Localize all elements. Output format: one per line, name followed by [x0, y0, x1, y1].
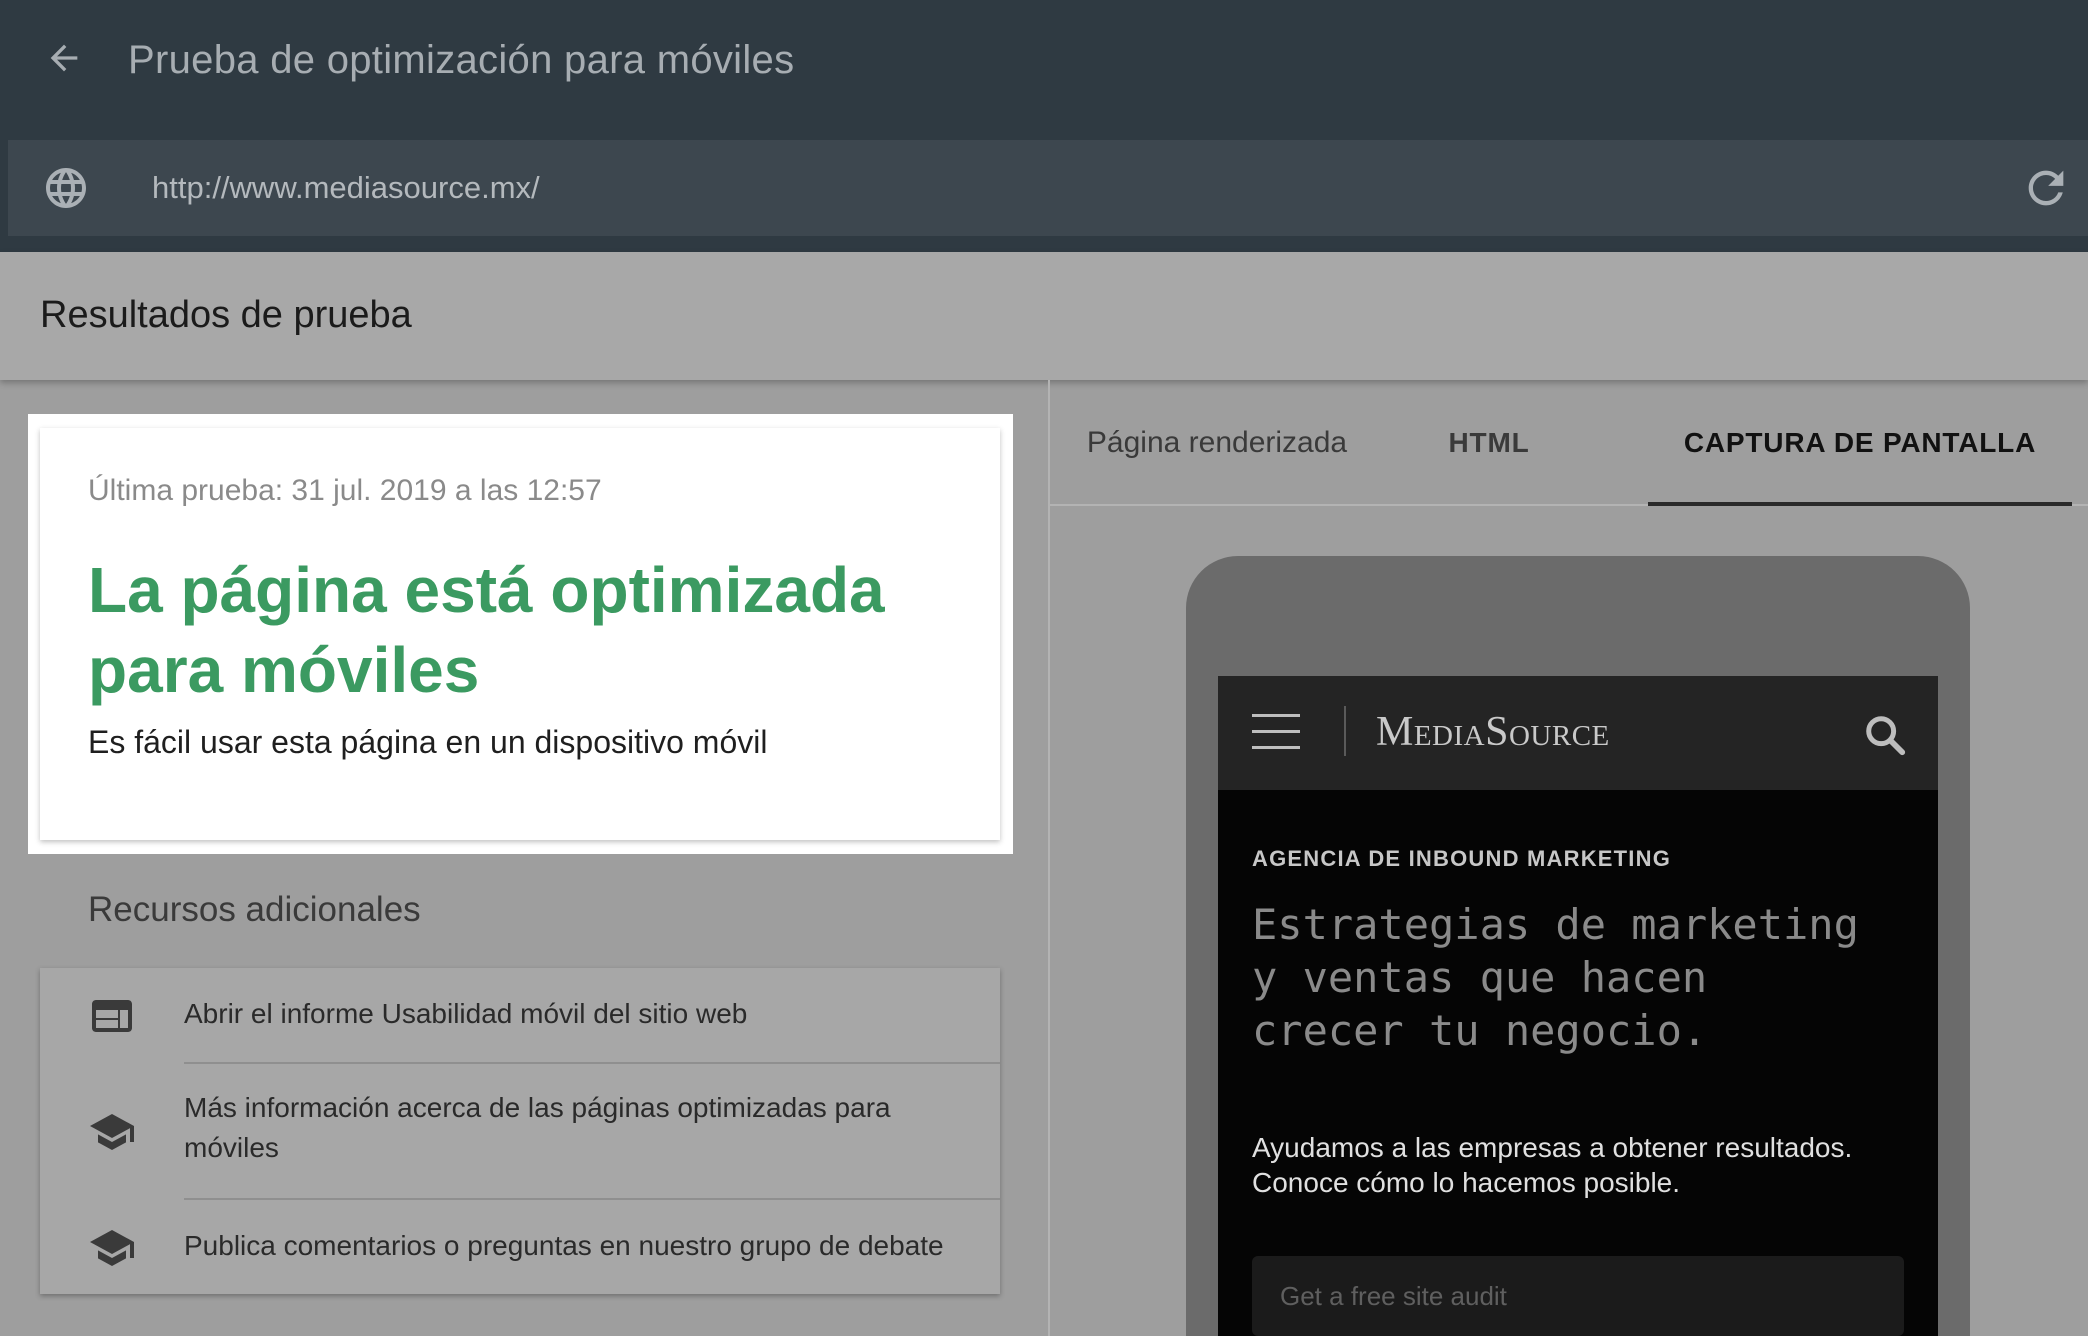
- nav-divider: [1344, 706, 1346, 756]
- site-audit-input[interactable]: Get a free site audit: [1252, 1256, 1904, 1336]
- resource-item-usability-report[interactable]: Abrir el informe Usabilidad móvil del si…: [40, 968, 1000, 1064]
- phone-screenshot: MediaSource AGENCIA DE INBOUND MARKETING…: [1218, 676, 1938, 1336]
- tab-screenshot[interactable]: CAPTURA DE PANTALLA: [1648, 380, 2072, 506]
- results-header: Resultados de prueba: [0, 252, 2088, 380]
- site-navbar: MediaSource: [1218, 676, 1938, 790]
- app-title: Prueba de optimización para móviles: [128, 38, 795, 82]
- resource-item-label: Abrir el informe Usabilidad móvil del si…: [184, 998, 748, 1029]
- reload-icon[interactable]: [2020, 162, 2072, 214]
- results-heading: Resultados de prueba: [40, 294, 412, 336]
- school-icon: [88, 1108, 136, 1156]
- result-tabs: Página renderizada HTML CAPTURA DE PANTA…: [1050, 380, 2088, 506]
- url-input[interactable]: [152, 140, 1852, 236]
- result-headline: La página está optimizada para móviles: [88, 554, 885, 706]
- tab-html[interactable]: HTML: [1384, 380, 1594, 506]
- hamburger-menu-icon[interactable]: [1252, 714, 1300, 750]
- column-divider: [1048, 380, 1050, 1336]
- school-icon: [88, 1224, 136, 1272]
- search-icon[interactable]: [1862, 712, 1908, 758]
- resource-item-discussion-group[interactable]: Publica comentarios o preguntas en nuest…: [40, 1200, 1000, 1294]
- resource-item-mobile-info[interactable]: Más información acerca de las páginas op…: [40, 1064, 1000, 1200]
- app-header: Prueba de optimización para móviles: [0, 0, 2088, 252]
- resources-title: Recursos adicionales: [88, 890, 421, 929]
- resource-item-label: Más información acerca de las páginas op…: [184, 1092, 891, 1163]
- site-audit-placeholder: Get a free site audit: [1280, 1281, 1507, 1311]
- resources-list: Abrir el informe Usabilidad móvil del si…: [40, 968, 1000, 1294]
- active-tab-indicator: [1648, 502, 2072, 506]
- back-arrow-icon[interactable]: [40, 34, 88, 82]
- result-description: Es fácil usar esta página en un disposit…: [88, 724, 768, 760]
- last-test-timestamp: Última prueba: 31 jul. 2019 a las 12:57: [88, 474, 602, 507]
- tab-rendered-page[interactable]: Página renderizada: [1050, 380, 1384, 506]
- site-eyebrow: AGENCIA DE INBOUND MARKETING: [1252, 846, 1672, 871]
- resource-item-label: Publica comentarios o preguntas en nuest…: [184, 1230, 944, 1261]
- site-hero-heading: Estrategias de marketing y ventas que ha…: [1252, 900, 1859, 1055]
- result-card: Última prueba: 31 jul. 2019 a las 12:57 …: [40, 428, 1000, 840]
- globe-icon: [42, 164, 90, 212]
- web-report-icon: [88, 992, 136, 1040]
- url-bar: [8, 140, 2088, 236]
- site-subtext: Ayudamos a las empresas a obtener result…: [1252, 1132, 1853, 1198]
- site-logo[interactable]: MediaSource: [1376, 708, 1610, 756]
